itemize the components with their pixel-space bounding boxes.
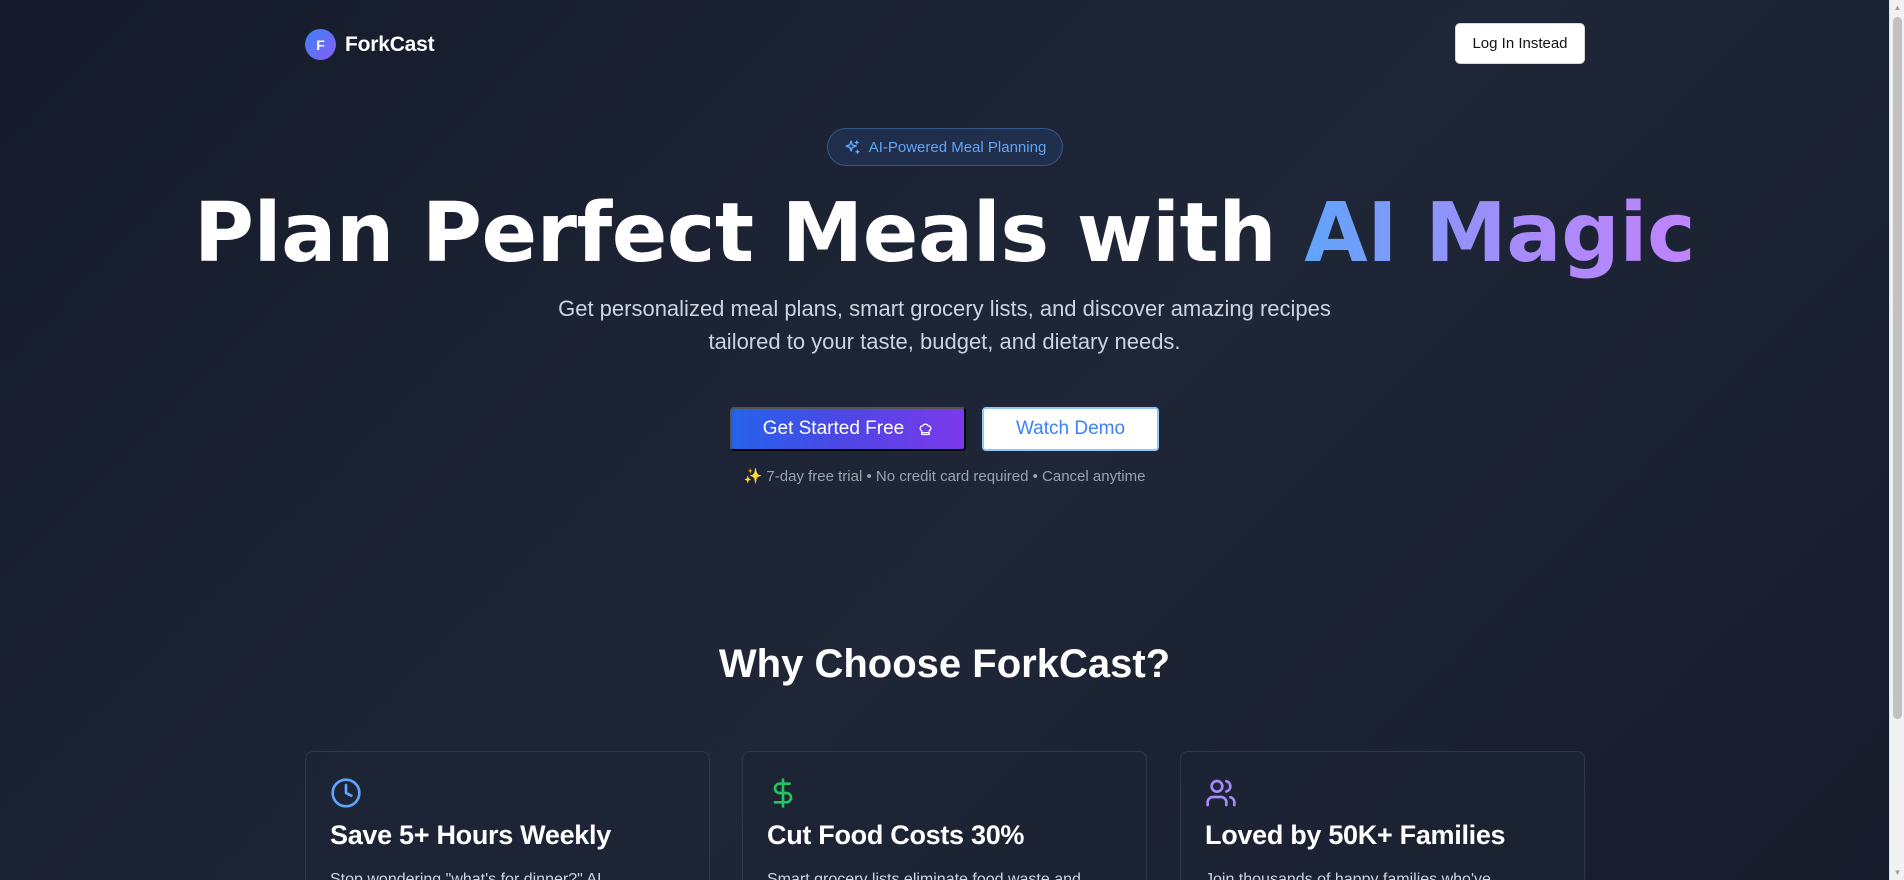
- landing-page: F ForkCast Log In Instead AI-Powered Mea…: [0, 0, 1889, 880]
- feature-card-description: Join thousands of happy families who've: [1205, 871, 1491, 880]
- feature-card-families: Loved by 50K+ Families Join thousands of…: [1180, 751, 1585, 880]
- sparkles-icon: [845, 139, 860, 154]
- scroll-up-icon[interactable]: ▲: [1890, 0, 1904, 15]
- badge-label: AI-Powered Meal Planning: [868, 138, 1047, 156]
- hero-subtitle-line-1: Get personalized meal plans, smart groce…: [558, 296, 1331, 321]
- hero-title: Plan Perfect Meals with AI Magic: [0, 186, 1889, 282]
- hero-subtitle-line-2: tailored to your taste, budget, and diet…: [708, 329, 1181, 354]
- scroll-down-icon[interactable]: ▼: [1890, 865, 1904, 880]
- feature-card-title: Save 5+ Hours Weekly: [330, 820, 611, 850]
- users-icon: [1206, 779, 1236, 807]
- feature-card-title: Cut Food Costs 30%: [767, 820, 1025, 850]
- vertical-scrollbar[interactable]: ▲ ▼: [1889, 0, 1904, 880]
- hero-title-accent: AI Magic: [1304, 186, 1696, 281]
- feature-card-time: Save 5+ Hours Weekly Stop wondering "wha…: [305, 751, 710, 880]
- dollar-icon: [773, 778, 793, 808]
- feature-card-description: Smart grocery lists eliminate food waste…: [767, 871, 1081, 880]
- logo-mark: F: [305, 29, 336, 60]
- feature-card-costs: Cut Food Costs 30% Smart grocery lists e…: [742, 751, 1147, 880]
- feature-card-description: Stop wondering "what's for dinner?" AI: [330, 871, 602, 880]
- ai-badge: AI-Powered Meal Planning: [827, 128, 1063, 166]
- get-started-label: Get Started Free: [762, 418, 905, 439]
- scrollbar-thumb[interactable]: [1893, 17, 1902, 719]
- clock-icon: [331, 778, 361, 808]
- hero-title-main: Plan Perfect Meals with: [193, 186, 1305, 281]
- logo[interactable]: F ForkCast: [305, 29, 435, 60]
- hero-subtitle: Get personalized meal plans, smart groce…: [0, 292, 1889, 358]
- watch-demo-button[interactable]: Watch Demo: [982, 407, 1159, 451]
- login-button[interactable]: Log In Instead: [1455, 23, 1585, 64]
- get-started-button[interactable]: Get Started Free: [730, 407, 966, 451]
- trial-note: ✨ 7-day free trial • No credit card requ…: [743, 468, 1146, 485]
- section-title: Why Choose ForkCast?: [718, 642, 1171, 686]
- feature-card-title: Loved by 50K+ Families: [1205, 820, 1506, 850]
- logo-text: ForkCast: [345, 32, 435, 56]
- chef-hat-icon: [919, 423, 932, 435]
